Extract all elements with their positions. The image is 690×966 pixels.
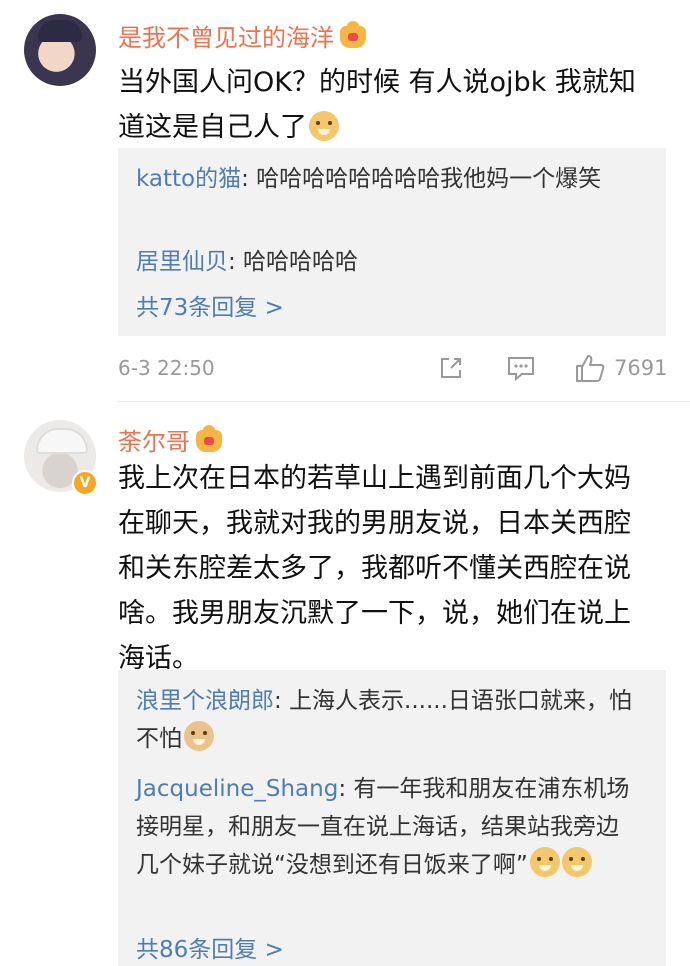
share-icon — [441, 358, 461, 378]
doge-emoji-icon — [529, 847, 560, 877]
share-button[interactable] — [437, 354, 465, 382]
verified-badge-icon: V — [72, 470, 98, 496]
reply-username[interactable]: katto的猫 — [136, 166, 241, 192]
comment-text: 我上次在日本的若草山上遇到前面几个大妈在聊天，我就对我的男朋友说，日本关西腔和关… — [118, 463, 631, 674]
doge-emoji-icon — [309, 111, 339, 141]
comment-text: 当外国人问OK？的时候 有人说ojbk 我就知道这是自己人了 — [118, 67, 636, 143]
timestamp: 6-3 22:50 — [118, 356, 215, 380]
reply-item[interactable]: katto的猫: 哈哈哈哈哈哈哈哈我他妈一个爆笑 — [136, 160, 641, 198]
comment-username[interactable]: 是我不曾见过的海洋 — [118, 18, 366, 53]
reply-item[interactable]: Jacqueline_Shang: 有一年我和朋友在浦东机场接明星，和朋友一直在… — [136, 770, 641, 884]
more-replies-link[interactable]: 共86条回复 > — [136, 930, 284, 964]
doge-emoji-icon — [561, 847, 592, 877]
reply-username[interactable]: Jacqueline_Shang — [136, 776, 338, 802]
cat-emoji-icon — [184, 721, 214, 751]
crown-vip-icon — [196, 425, 222, 452]
reply-item[interactable]: 浪里个浪朗郎: 上海人表示......日语张口就来，怕不怕 — [136, 682, 641, 758]
reply-box[interactable]: katto的猫: 哈哈哈哈哈哈哈哈我他妈一个爆笑 居里仙贝: 哈哈哈哈哈 共73… — [118, 148, 666, 336]
like-count: 7691 — [614, 356, 668, 380]
comment-button[interactable] — [506, 354, 536, 382]
reply-box[interactable]: 浪里个浪朗郎: 上海人表示......日语张口就来，怕不怕 Jacqueline… — [118, 670, 666, 966]
comment-divider — [118, 401, 690, 402]
reply-item[interactable]: 居里仙贝: 哈哈哈哈哈 — [136, 243, 641, 281]
comment-username[interactable]: 荼尔哥 — [118, 422, 222, 457]
more-replies-link[interactable]: 共73条回复 > — [136, 288, 284, 322]
avatar[interactable] — [24, 14, 96, 86]
reply-username[interactable]: 居里仙贝 — [136, 249, 228, 275]
crown-vip-icon — [340, 21, 366, 48]
reply-username[interactable]: 浪里个浪朗郎 — [136, 688, 274, 714]
like-icon — [576, 355, 605, 382]
comment-icon — [508, 357, 534, 382]
like-button[interactable]: 7691 — [574, 352, 667, 384]
